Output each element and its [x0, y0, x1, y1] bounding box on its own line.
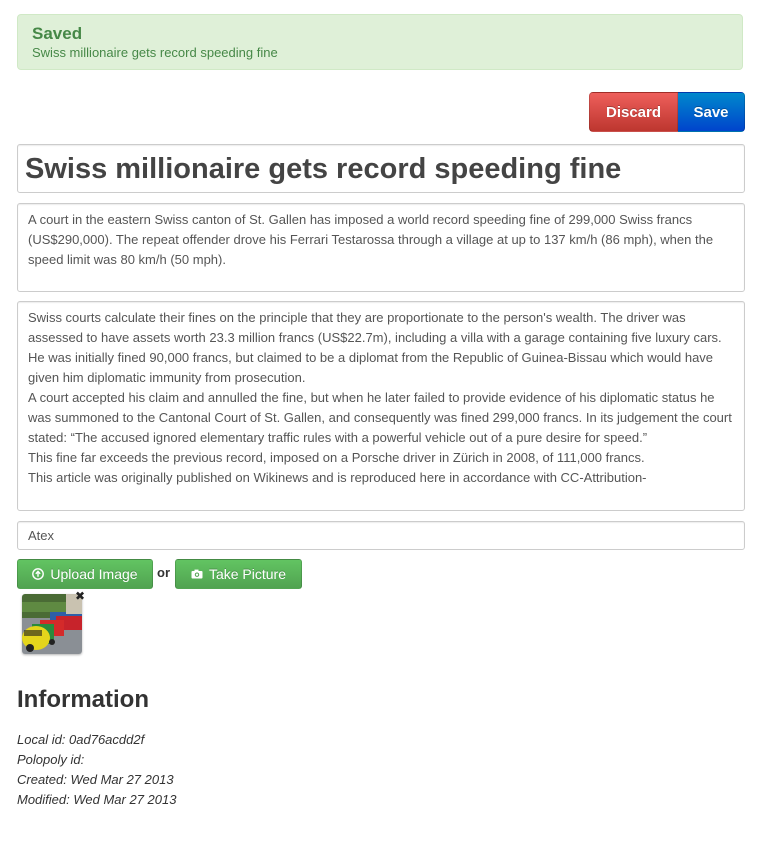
- alert-title: Saved: [32, 24, 83, 43]
- discard-button[interactable]: Discard: [589, 92, 678, 132]
- or-separator: or: [157, 565, 170, 580]
- take-picture-label: Take Picture: [208, 566, 287, 582]
- information-list: Local id: 0ad76acdd2f Polopoly id: Creat…: [17, 730, 176, 810]
- alert-message: Swiss millionaire gets record speeding f…: [32, 45, 278, 60]
- upload-image-label: Upload Image: [50, 566, 138, 582]
- take-picture-button[interactable]: Take Picture: [175, 559, 302, 589]
- polopoly-id: Polopoly id:: [17, 752, 85, 767]
- body-paragraph: Swiss courts calculate their fines on th…: [28, 310, 722, 385]
- body-textarea[interactable]: Swiss courts calculate their fines on th…: [17, 301, 745, 511]
- body-paragraph: A court accepted his claim and annulled …: [28, 390, 732, 445]
- save-button[interactable]: Save: [678, 92, 745, 132]
- upload-icon: [32, 568, 45, 580]
- information-heading: Information: [17, 686, 149, 713]
- image-thumbnail[interactable]: ✖: [22, 590, 85, 656]
- byline-input[interactable]: Atex: [17, 521, 745, 550]
- upload-image-button[interactable]: Upload Image: [17, 559, 153, 589]
- created-date: Created: Wed Mar 27 2013: [17, 772, 174, 787]
- title-input[interactable]: Swiss millionaire gets record speeding f…: [17, 144, 745, 193]
- body-paragraph: This article was originally published on…: [28, 470, 647, 485]
- local-id: Local id: 0ad76acdd2f: [17, 732, 145, 747]
- saved-alert: Saved Swiss millionaire gets record spee…: [17, 14, 743, 70]
- action-button-group: Discard Save: [589, 92, 745, 132]
- camera-icon: [191, 569, 203, 579]
- body-paragraph: This fine far exceeds the previous recor…: [28, 450, 645, 465]
- cars-thumbnail-image: [22, 594, 82, 654]
- remove-image-icon[interactable]: ✖: [74, 590, 86, 602]
- modified-date: Modified: Wed Mar 27 2013: [17, 792, 177, 807]
- lead-textarea[interactable]: A court in the eastern Swiss canton of S…: [17, 203, 745, 292]
